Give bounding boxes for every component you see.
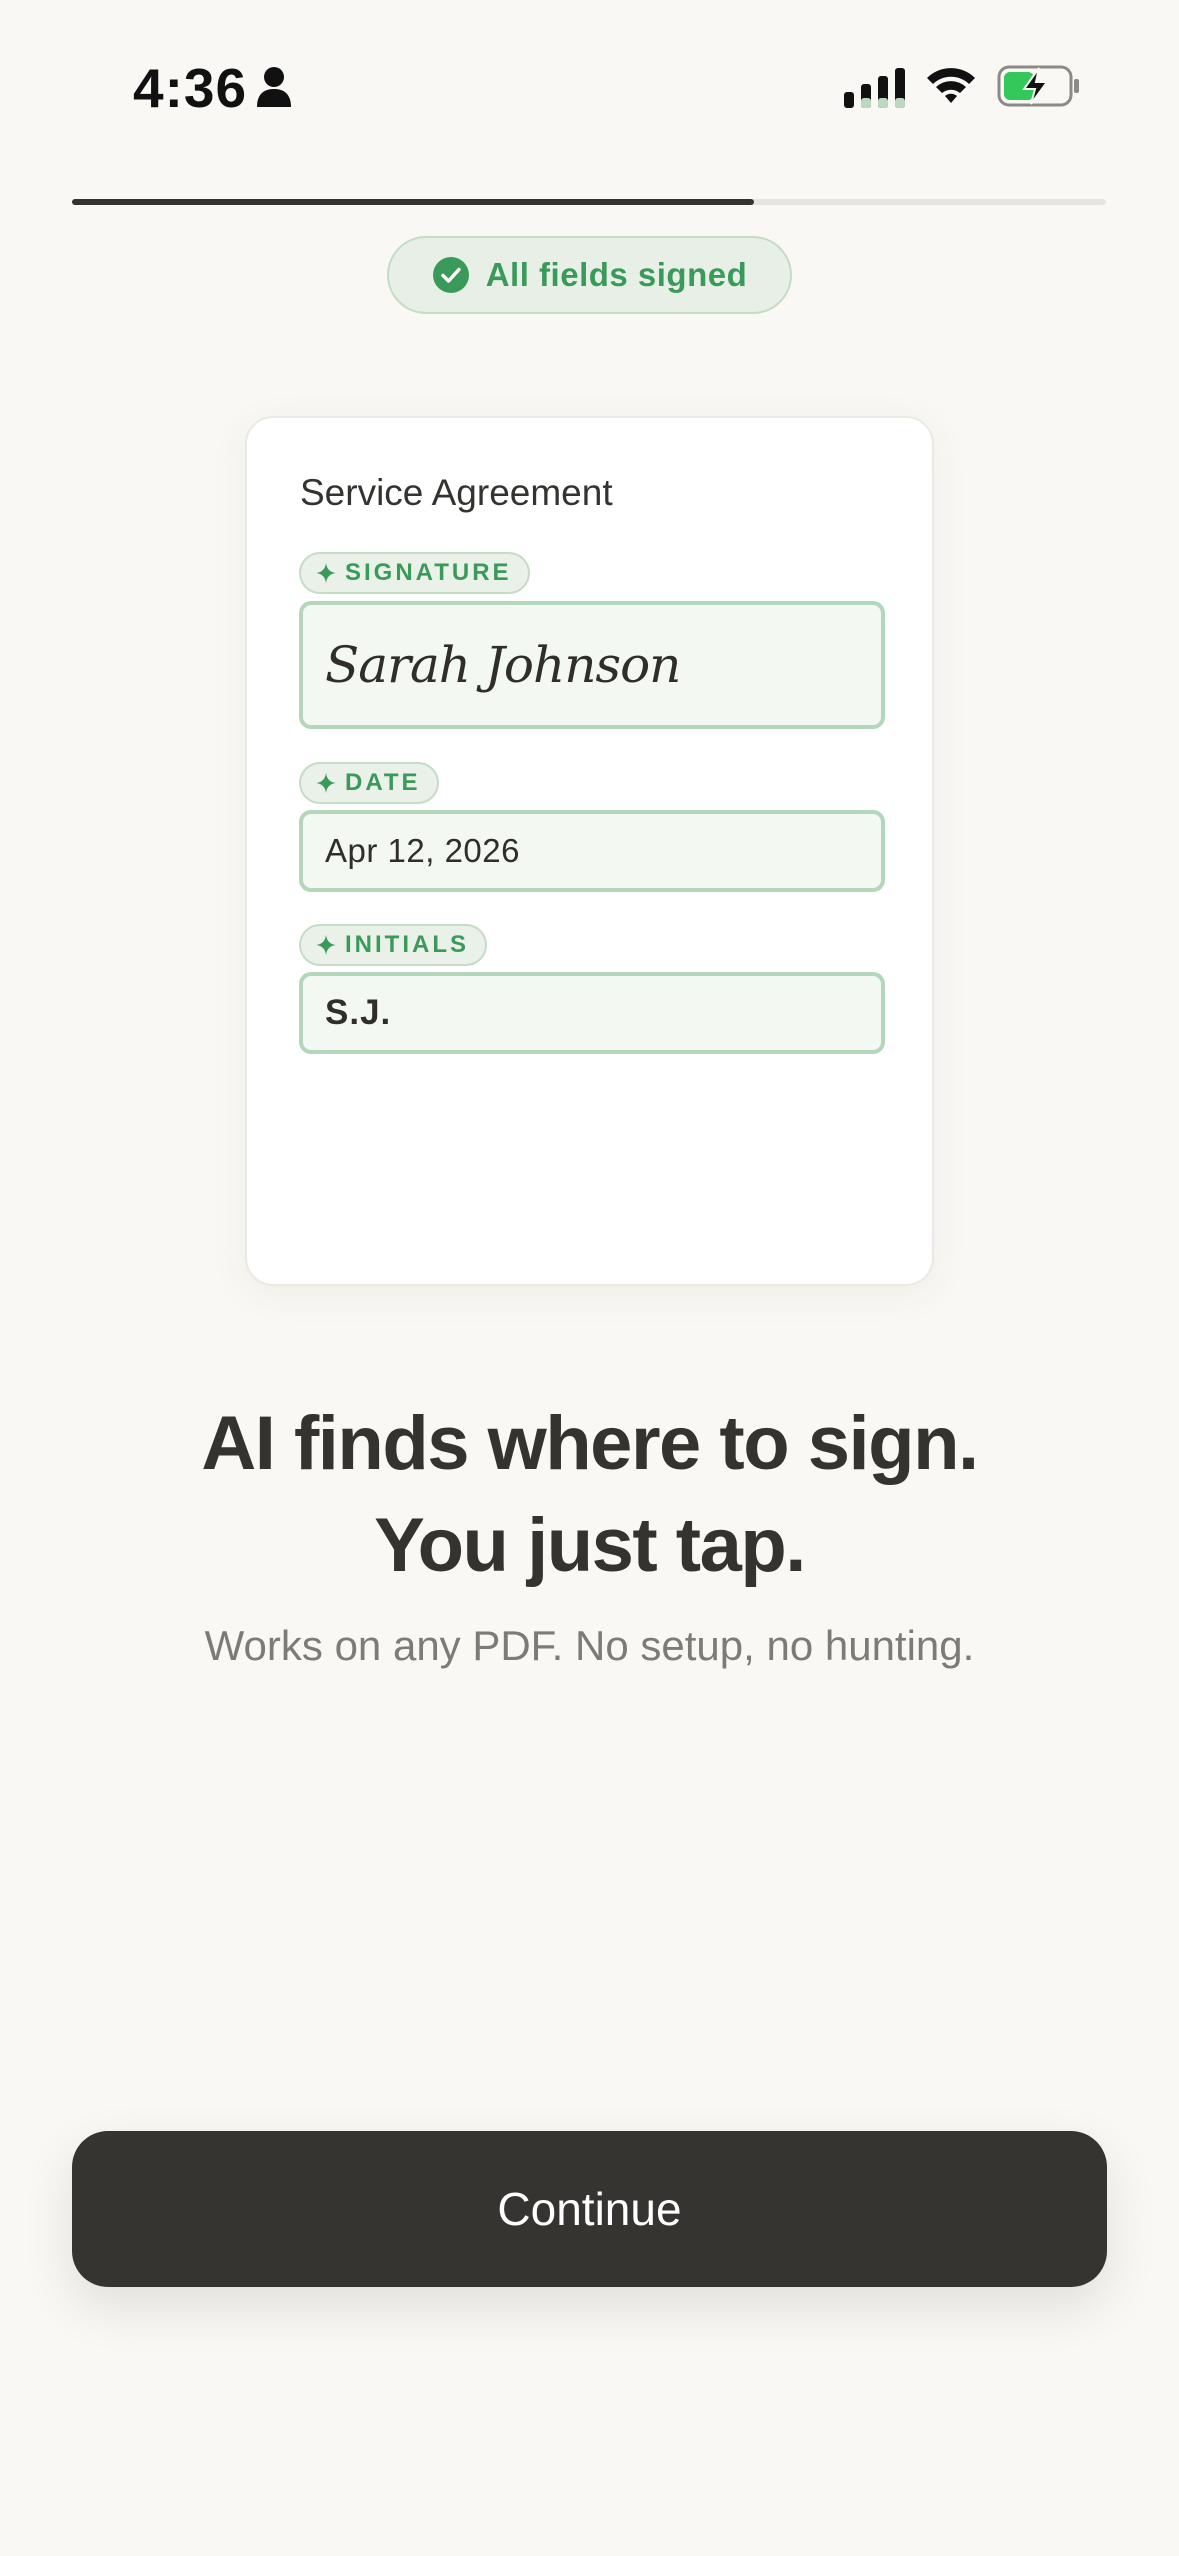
person-icon [257, 67, 291, 107]
signature-value: Sarah Johnson [325, 636, 681, 694]
initials-field[interactable]: S.J. [299, 972, 885, 1054]
subtext: Works on any PDF. No setup, no hunting. [204, 1622, 975, 1669]
headline: AI finds where to sign. You just tap. [0, 1393, 1179, 1597]
sparkle-icon [316, 563, 336, 583]
date-value: Apr 12, 2026 [325, 832, 520, 869]
onboarding-progress-bar [72, 199, 1106, 205]
headline-line-1: AI finds where to sign. [201, 1401, 979, 1486]
document-preview-card: Service Agreement SIGNATURE Sarah Johnso… [245, 416, 934, 1286]
onboarding-screen: 4:36 All fields signed Service Agreement… [0, 0, 1179, 2556]
date-tag-label: DATE [345, 769, 421, 796]
status-badge: All fields signed [387, 236, 792, 314]
badge-label: All fields signed [485, 256, 748, 293]
headline-line-2: You just tap. [374, 1503, 806, 1588]
sparkle-icon [316, 935, 336, 955]
battery-charging-icon [997, 65, 1079, 107]
status-bar: 4:36 [0, 0, 1179, 150]
sparkle-icon [316, 773, 336, 793]
initials-tag-label: INITIALS [345, 931, 469, 958]
check-circle-icon [432, 257, 469, 293]
date-field[interactable]: Apr 12, 2026 [299, 810, 885, 892]
wifi-icon [927, 68, 975, 103]
progress-fill [72, 199, 755, 205]
initials-field-tag: INITIALS [299, 924, 487, 966]
signature-tag-label: SIGNATURE [345, 559, 512, 586]
cellular-signal-icon [844, 68, 905, 108]
date-field-tag: DATE [299, 762, 439, 804]
continue-button[interactable]: Continue [72, 2131, 1107, 2287]
signature-field-tag: SIGNATURE [299, 552, 530, 594]
document-title: Service Agreement [300, 472, 613, 513]
status-time: 4:36 [133, 57, 248, 119]
initials-value: S.J. [325, 993, 392, 1032]
signature-field[interactable]: Sarah Johnson [299, 601, 885, 729]
